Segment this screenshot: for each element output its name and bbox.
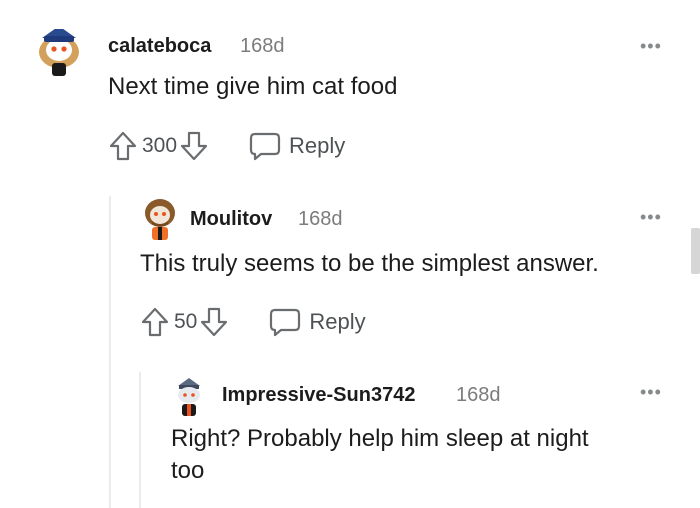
vote-count: 50 [174,310,198,333]
comment-body: This truly seems to be the simplest answ… [140,250,599,277]
reply-label: Reply [309,309,366,334]
downvote-arrow-icon[interactable] [179,130,209,162]
thread-line-level-2[interactable] [139,372,141,508]
user-avatar[interactable] [174,374,204,418]
snoo-avatar-icon [145,199,175,240]
snoo-avatar-icon [178,378,200,416]
user-avatar[interactable] [36,16,82,78]
comment-username[interactable]: Moulitov [190,208,272,231]
more-options-icon[interactable]: ••• [640,37,662,55]
comment-body-line-2: too [171,457,205,484]
upvote-arrow-icon[interactable] [140,306,170,338]
reply-button[interactable]: Reply [249,131,345,161]
comment-body: Next time give him cat food [108,73,398,100]
scrollbar-thumb[interactable] [691,228,700,274]
reply-button[interactable]: Reply [269,307,366,337]
comment-actions: 50 Reply [140,305,366,339]
comment-actions: 300 Reply [108,129,345,163]
downvote-arrow-icon[interactable] [199,306,229,338]
comment-body-line-1: Right? Probably help him sleep at night [171,425,589,452]
speech-bubble-icon [249,131,281,161]
more-options-icon[interactable]: ••• [640,208,662,226]
upvote-arrow-icon[interactable] [108,130,138,162]
comment-timestamp[interactable]: 168d [456,384,501,407]
reply-label: Reply [289,133,346,158]
comment-timestamp[interactable]: 168d [298,208,343,231]
speech-bubble-icon [269,307,301,337]
comment-username[interactable]: Impressive-Sun3742 [222,384,415,407]
vote-count: 300 [142,134,178,157]
thread-line-level-1[interactable] [109,196,111,508]
comment-username[interactable]: calateboca [108,35,211,58]
snoo-avatar-icon [39,25,79,76]
more-options-icon[interactable]: ••• [640,383,662,401]
user-avatar[interactable] [143,196,177,242]
comment-timestamp[interactable]: 168d [240,35,285,58]
